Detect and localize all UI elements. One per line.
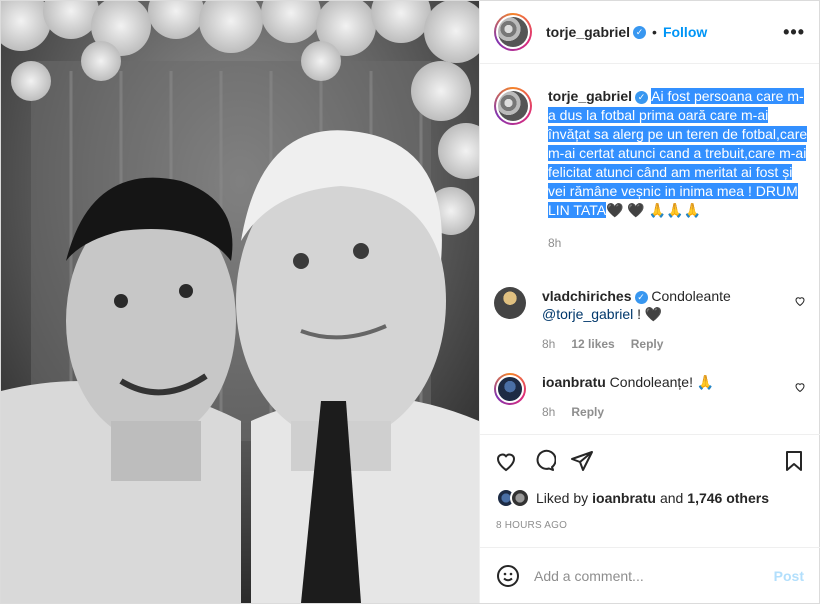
follow-button[interactable]: Follow [663,24,707,40]
verified-badge-icon: ✓ [635,90,649,104]
instagram-post: torje_gabriel ✓ • Follow ••• torje_gabri… [0,0,820,604]
caption-time: 8h [548,236,562,250]
liker-avatar [510,488,530,508]
post-header: torje_gabriel ✓ • Follow ••• [480,1,819,64]
smile-icon[interactable] [496,564,520,588]
photo-image [1,1,479,603]
verified-badge-icon: ✓ [633,25,647,39]
comment-body: vladchiriches ✓ Condoleante @torje_gabrie… [542,287,782,353]
bookmark-icon[interactable] [782,449,806,473]
heart-outline-icon[interactable] [794,381,806,393]
comment-meta: 8h Reply [542,403,782,421]
liked-by-others[interactable]: 1,746 others [687,490,769,506]
comment-bubble-icon[interactable] [532,449,556,473]
reply-button[interactable]: Reply [631,335,664,353]
commenter-avatar[interactable] [494,287,526,319]
commenter-avatar[interactable] [494,373,526,405]
comment-likes[interactable]: 12 likes [571,335,614,353]
like-heart-icon[interactable] [494,449,518,473]
share-send-icon[interactable] [570,449,594,473]
author-username[interactable]: torje_gabriel [546,24,630,40]
comment-trailing: ! 🖤 [637,306,663,322]
reply-button[interactable]: Reply [571,403,604,421]
caption-avatar[interactable] [494,87,532,125]
post-comment-button[interactable]: Post [774,568,804,584]
comment-time: 8h [542,337,556,351]
comment-body: ioanbratu Condoleanțe! 🙏 8h Reply [542,373,782,421]
liked-by-prefix: Liked by [536,490,589,506]
header-separator: • [652,24,657,40]
more-horizontal-icon[interactable]: ••• [783,22,805,43]
caption-text-block: torje_gabriel ✓ Ai fost persoana care m-a… [548,87,810,253]
post-photo[interactable] [1,1,479,603]
post-details-panel: torje_gabriel ✓ • Follow ••• torje_gabri… [479,1,820,603]
author-avatar[interactable] [494,13,532,51]
comment-meta: 8h 12 likes Reply [542,335,782,353]
comment-item: vladchiriches ✓ Condoleante @torje_gabrie… [494,287,814,353]
add-comment-bar: Post [480,547,820,603]
comment-text: Condoleante [651,288,731,304]
caption-username[interactable]: torje_gabriel [548,88,632,104]
comment-text: Condoleanțe! 🙏 [609,374,715,390]
caption-emojis: 🖤 🖤 🙏🙏🙏 [606,202,702,218]
post-timestamp: 8 HOURS AGO [496,520,568,531]
comment-username[interactable]: ioanbratu [542,374,606,390]
comment-item: ioanbratu Condoleanțe! 🙏 8h Reply [494,373,814,421]
comment-username[interactable]: vladchiriches [542,288,632,304]
liked-by-user[interactable]: ioanbratu [592,490,656,506]
heart-outline-icon[interactable] [794,295,806,307]
post-caption: torje_gabriel ✓ Ai fost persoana care m-a… [494,87,814,253]
comment-input[interactable] [534,567,754,584]
likes-summary: Liked by ioanbratu and 1,746 others [496,488,769,508]
comment-time: 8h [542,405,556,419]
verified-badge-icon: ✓ [634,290,648,304]
liked-by-joiner: and [659,490,684,506]
comment-mention[interactable]: @torje_gabriel [542,306,633,322]
action-bar [480,434,820,486]
